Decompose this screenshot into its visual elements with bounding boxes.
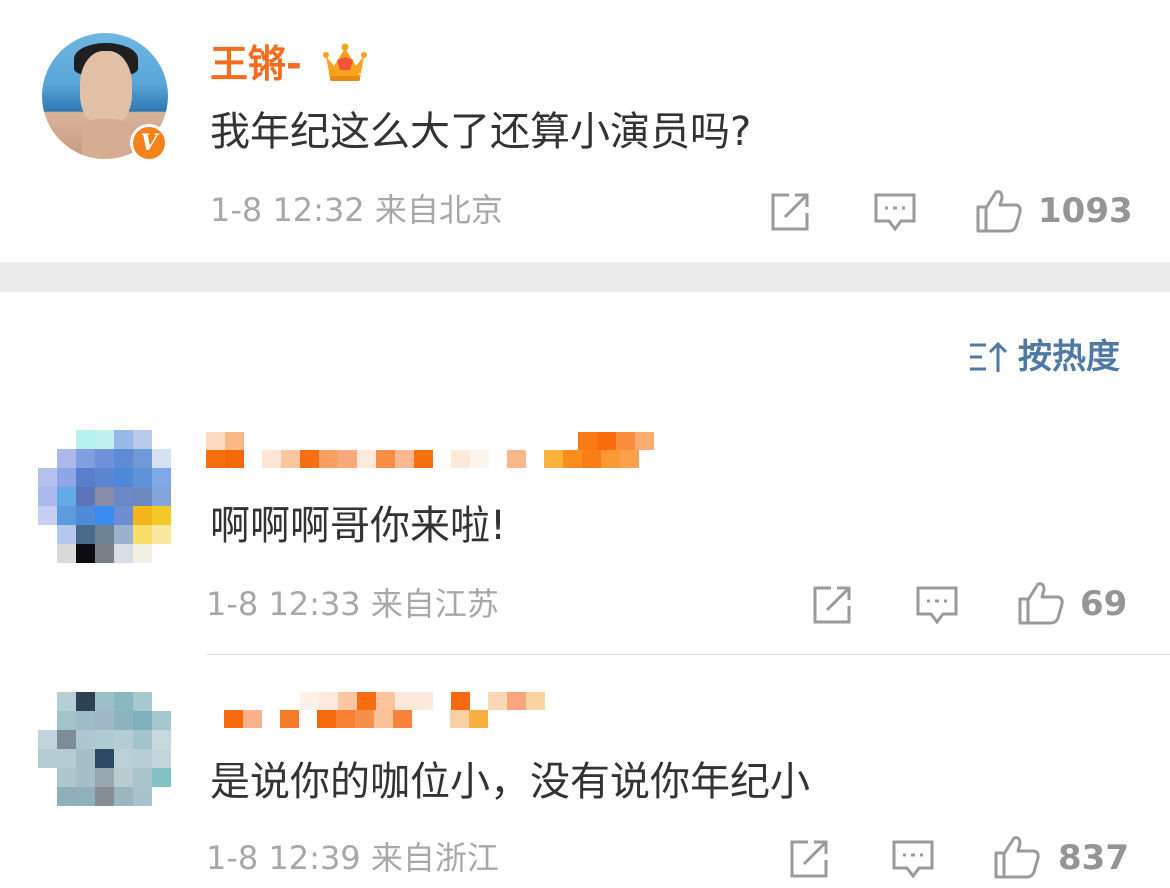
comment-username-pixelated[interactable] [206,432,654,468]
sort-by-hot-button[interactable]: 按热度 [968,336,1120,378]
comment-divider [206,654,1170,655]
comment-text: 啊啊啊哥你来啦! [210,503,507,549]
like-icon[interactable] [974,186,1024,236]
comment-avatar[interactable] [38,692,171,806]
comment-text: 是说你的咖位小，没有说你年纪小 [210,759,810,805]
verified-badge: V [130,124,168,162]
comment-icon[interactable] [914,582,960,628]
like-icon[interactable] [1016,578,1066,628]
sort-icon [968,340,1008,374]
section-separator [0,262,1170,292]
comment-meta: 1-8 12:33 来自江苏 [206,584,499,624]
comment-like-count: 69 [1080,584,1128,624]
post-text: 我年纪这么大了还算小演员吗? [210,109,752,155]
comment-time: 1-8 12:33 [206,585,361,623]
svg-text:7: 7 [358,71,366,84]
comment-location: 来自浙江 [370,839,499,877]
post-like-count: 1093 [1038,191,1133,231]
post-location: 来自北京 [374,191,503,229]
share-icon[interactable] [767,189,813,235]
post-username[interactable]: 王锵- [210,42,302,86]
comment-icon[interactable] [872,189,918,235]
comment-icon[interactable] [890,836,936,882]
crown-icon: 7 [322,40,368,86]
comment-meta: 1-8 12:39 来自浙江 [206,838,499,878]
comment-username-pixelated[interactable] [206,692,545,728]
post-time: 1-8 12:32 [210,191,365,229]
comment-time: 1-8 12:39 [206,839,361,877]
comment-like-count: 837 [1058,838,1129,878]
comment-location: 来自江苏 [370,585,499,623]
sort-label: 按热度 [1018,337,1120,377]
share-icon[interactable] [809,582,855,628]
share-icon[interactable] [786,836,832,882]
post-meta: 1-8 12:32 来自北京 [210,190,503,230]
comment-avatar[interactable] [38,430,171,563]
like-icon[interactable] [992,832,1042,882]
